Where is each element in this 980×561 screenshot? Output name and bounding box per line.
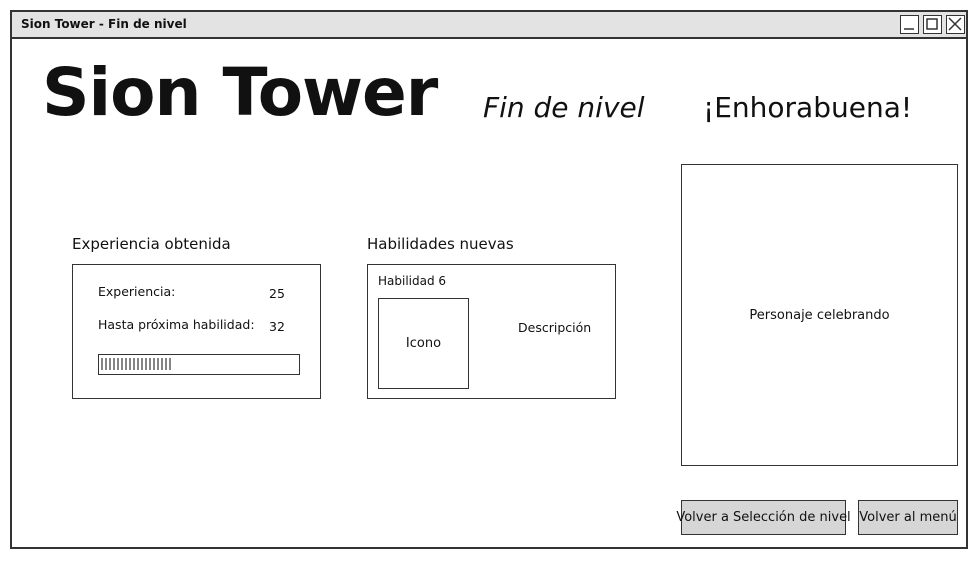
experience-value: 25 <box>269 286 285 301</box>
abilities-heading: Habilidades nuevas <box>367 235 514 253</box>
next-ability-label: Hasta próxima habilidad: <box>98 317 255 332</box>
window-title: Sion Tower - Fin de nivel <box>21 17 187 31</box>
maximize-button[interactable] <box>923 15 942 34</box>
congrats-text: ¡Enhorabuena! <box>703 91 913 124</box>
game-logo: Sion Tower <box>42 54 438 131</box>
progress-fill <box>101 358 171 370</box>
ability-description: Descripción <box>518 320 592 335</box>
ability-name: Habilidad 6 <box>378 274 447 288</box>
character-label: Personaje celebrando <box>749 307 890 323</box>
ability-icon-placeholder: Icono <box>378 298 469 389</box>
minimize-icon <box>904 28 914 30</box>
ability-icon-label: Icono <box>405 336 442 351</box>
experience-panel: Experiencia: 25 Hasta próxima habilidad:… <box>72 264 321 399</box>
page-title: Fin de nivel <box>483 91 645 124</box>
close-icon <box>948 17 962 31</box>
maximize-icon <box>926 18 938 30</box>
back-to-menu-button[interactable]: Volver al menú <box>858 500 958 535</box>
title-bar: Sion Tower - Fin de nivel <box>12 12 966 39</box>
minimize-button[interactable] <box>900 15 919 34</box>
experience-heading: Experiencia obtenida <box>72 235 231 253</box>
back-to-level-select-button[interactable]: Volver a Selección de nivel <box>676 500 851 535</box>
character-image-placeholder: Personaje celebrando <box>681 164 958 466</box>
next-ability-value: 32 <box>269 319 285 334</box>
experience-progress-bar <box>98 354 300 375</box>
abilities-panel: Habilidad 6 Icono Descripción <box>367 264 616 399</box>
experience-label: Experiencia: <box>98 284 176 299</box>
close-button[interactable] <box>946 15 965 34</box>
